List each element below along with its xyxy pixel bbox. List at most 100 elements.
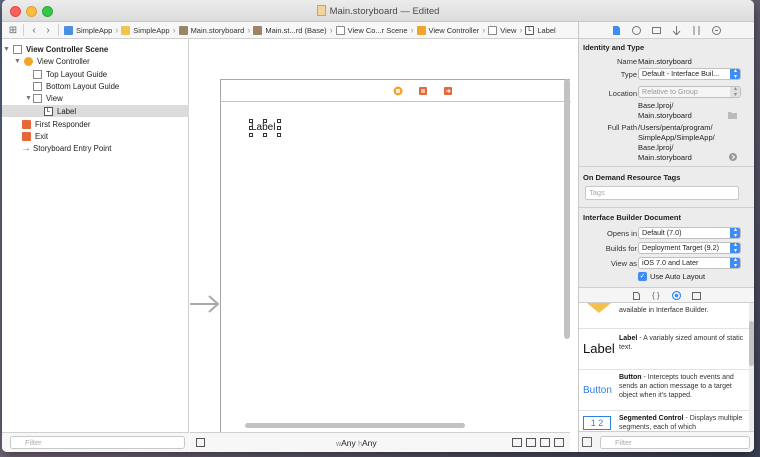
breadcrumb-scene[interactable]: View Co...r Scene bbox=[334, 25, 410, 35]
canvas-label[interactable]: Label bbox=[251, 122, 275, 133]
view-controller-scene[interactable]: Label bbox=[220, 79, 571, 439]
outline-item-scene[interactable]: ▼ View Controller Scene bbox=[2, 43, 189, 55]
outline-item-label-selected[interactable]: L Label bbox=[2, 105, 189, 117]
reveal-arrow-icon[interactable] bbox=[729, 153, 737, 161]
file-inspector-icon[interactable] bbox=[612, 26, 621, 35]
attributes-inspector-icon[interactable] bbox=[672, 26, 681, 35]
stepper-icon: ▴ ▾ bbox=[730, 258, 740, 268]
builds-for-popup[interactable]: Deployment Target (9.2) ▴ ▾ bbox=[638, 242, 741, 254]
breadcrumb-base[interactable]: Main.st...rd (Base) bbox=[251, 25, 328, 35]
outline-filter-input[interactable]: Filter bbox=[10, 436, 185, 449]
first-responder-icon bbox=[22, 119, 31, 129]
canvas-vertical-scrollbar[interactable] bbox=[564, 79, 570, 339]
library-scrollbar[interactable] bbox=[749, 321, 754, 366]
storyboard-icon bbox=[178, 25, 188, 35]
disclosure-triangle-icon[interactable]: ▼ bbox=[13, 58, 22, 65]
align-icon[interactable] bbox=[526, 438, 536, 447]
quick-help-icon[interactable] bbox=[632, 26, 641, 35]
library-item-text: Button - Intercepts touch events and sen… bbox=[619, 373, 745, 400]
location-popup[interactable]: Relative to Group ▴ ▾ bbox=[638, 86, 741, 98]
library-item-name: Segmented Control bbox=[619, 415, 684, 422]
breadcrumb-view[interactable]: View bbox=[486, 25, 518, 35]
resize-handle[interactable] bbox=[277, 119, 281, 123]
outline-item-label: View bbox=[46, 93, 63, 103]
list-item[interactable]: available in Interface Builder. bbox=[579, 303, 749, 329]
type-label: Type bbox=[620, 70, 637, 79]
resize-handle[interactable] bbox=[249, 119, 253, 123]
breadcrumb-view-controller[interactable]: View Controller bbox=[415, 25, 482, 35]
code-snippet-library-icon[interactable]: { } bbox=[652, 291, 660, 300]
show-outline-icon[interactable] bbox=[196, 438, 205, 447]
folder-icon[interactable] bbox=[728, 111, 737, 119]
stack-icon[interactable] bbox=[512, 438, 522, 447]
first-responder-icon[interactable] bbox=[418, 86, 428, 96]
tags-input[interactable]: Tags bbox=[585, 186, 739, 200]
breadcrumb-label: View bbox=[500, 25, 517, 35]
library-filter-input[interactable]: Filter bbox=[600, 436, 750, 449]
outline-item-label: View Controller bbox=[37, 56, 90, 66]
full-path-line: Main.storyboard bbox=[638, 153, 692, 162]
folder-icon bbox=[121, 25, 131, 35]
auto-layout-checkbox[interactable]: ✓ bbox=[638, 272, 647, 281]
location-path-line: Main.storyboard bbox=[638, 111, 692, 120]
canvas-horizontal-scrollbar[interactable] bbox=[245, 423, 465, 428]
view-as-popup[interactable]: iOS 7.0 and Later ▴ ▾ bbox=[638, 257, 741, 269]
resize-handle[interactable] bbox=[263, 133, 267, 137]
storyboard-icon bbox=[253, 25, 263, 35]
resize-handle[interactable] bbox=[249, 133, 253, 137]
library-tabs: { } bbox=[579, 287, 754, 303]
outline-item-view[interactable]: ▼ View bbox=[2, 92, 189, 104]
related-items-grid-icon[interactable]: ⊞ bbox=[6, 25, 20, 36]
forward-arrow-icon[interactable]: › bbox=[41, 25, 55, 36]
ib-section-title: Interface Builder Document bbox=[583, 213, 681, 222]
size-inspector-icon[interactable] bbox=[692, 26, 701, 35]
connections-inspector-icon[interactable] bbox=[712, 26, 721, 35]
storyboard-doc-icon bbox=[316, 5, 326, 16]
storyboard-entry-arrow-icon[interactable] bbox=[190, 294, 220, 314]
outline-item-exit[interactable]: Exit bbox=[2, 130, 189, 142]
xcode-window: Main.storyboard — Edited ⊞ ‹ › SimpleApp… bbox=[2, 0, 754, 452]
outline-item-first-responder[interactable]: First Responder bbox=[2, 118, 189, 130]
outline-item-view-controller[interactable]: ▼ View Controller bbox=[2, 55, 189, 67]
outline-item-label: Exit bbox=[35, 131, 48, 141]
outline-item-entry-point[interactable]: → Storyboard Entry Point bbox=[2, 142, 189, 154]
size-class-button[interactable]: wAny hAny bbox=[336, 438, 377, 448]
breadcrumb-label-item[interactable]: L Label bbox=[523, 25, 557, 35]
resolve-autolayout-icon[interactable] bbox=[554, 438, 564, 447]
resize-handle[interactable] bbox=[277, 133, 281, 137]
breadcrumb-project[interactable]: SimpleApp bbox=[62, 25, 114, 35]
identity-inspector-icon[interactable] bbox=[652, 26, 661, 35]
disclosure-triangle-icon[interactable]: ▼ bbox=[24, 95, 33, 102]
opens-in-label: Opens in bbox=[606, 229, 637, 238]
list-item[interactable]: 1 2 Segmented Control - Displays multipl… bbox=[579, 411, 749, 431]
media-library-icon[interactable] bbox=[692, 292, 701, 300]
outline-item-top-layout-guide[interactable]: Top Layout Guide bbox=[2, 68, 189, 80]
type-popup[interactable]: Default - Interface Buil... ▴ ▾ bbox=[638, 68, 741, 80]
resize-handle[interactable] bbox=[263, 119, 267, 123]
list-item[interactable]: Label Label - A variably sized amount of… bbox=[579, 329, 749, 370]
full-path-label: Full Path bbox=[607, 123, 637, 132]
scene-icon bbox=[335, 25, 345, 35]
project-icon bbox=[64, 25, 73, 35]
library-item-name: Label bbox=[619, 335, 638, 342]
resize-handle[interactable] bbox=[249, 126, 253, 130]
view-controller-icon[interactable] bbox=[393, 86, 403, 96]
list-item[interactable]: Button Button - Intercepts touch events … bbox=[579, 370, 749, 411]
object-library-icon[interactable] bbox=[672, 291, 681, 300]
grid-view-icon[interactable] bbox=[582, 437, 592, 447]
canvas-bottom-bar: wAny hAny bbox=[190, 432, 570, 452]
breadcrumb-group[interactable]: SimpleApp bbox=[119, 25, 171, 35]
exit-icon[interactable] bbox=[443, 86, 453, 96]
resize-handle[interactable] bbox=[277, 126, 281, 130]
file-template-library-icon[interactable] bbox=[633, 292, 640, 300]
storyboard-canvas[interactable]: Label wAny hAny bbox=[190, 39, 571, 452]
disclosure-triangle-icon[interactable]: ▼ bbox=[2, 46, 11, 53]
object-library-list: available in Interface Builder. Label La… bbox=[579, 303, 749, 431]
back-arrow-icon[interactable]: ‹ bbox=[27, 25, 41, 36]
opens-in-popup[interactable]: Default (7.0) ▴ ▾ bbox=[638, 227, 741, 239]
pin-icon[interactable] bbox=[540, 438, 550, 447]
library-item-description: - A variably sized amount of static text… bbox=[619, 335, 744, 351]
breadcrumb-storyboard[interactable]: Main.storyboard bbox=[177, 25, 247, 35]
button-object-icon: Button bbox=[583, 385, 612, 396]
outline-item-bottom-layout-guide[interactable]: Bottom Layout Guide bbox=[2, 80, 189, 92]
